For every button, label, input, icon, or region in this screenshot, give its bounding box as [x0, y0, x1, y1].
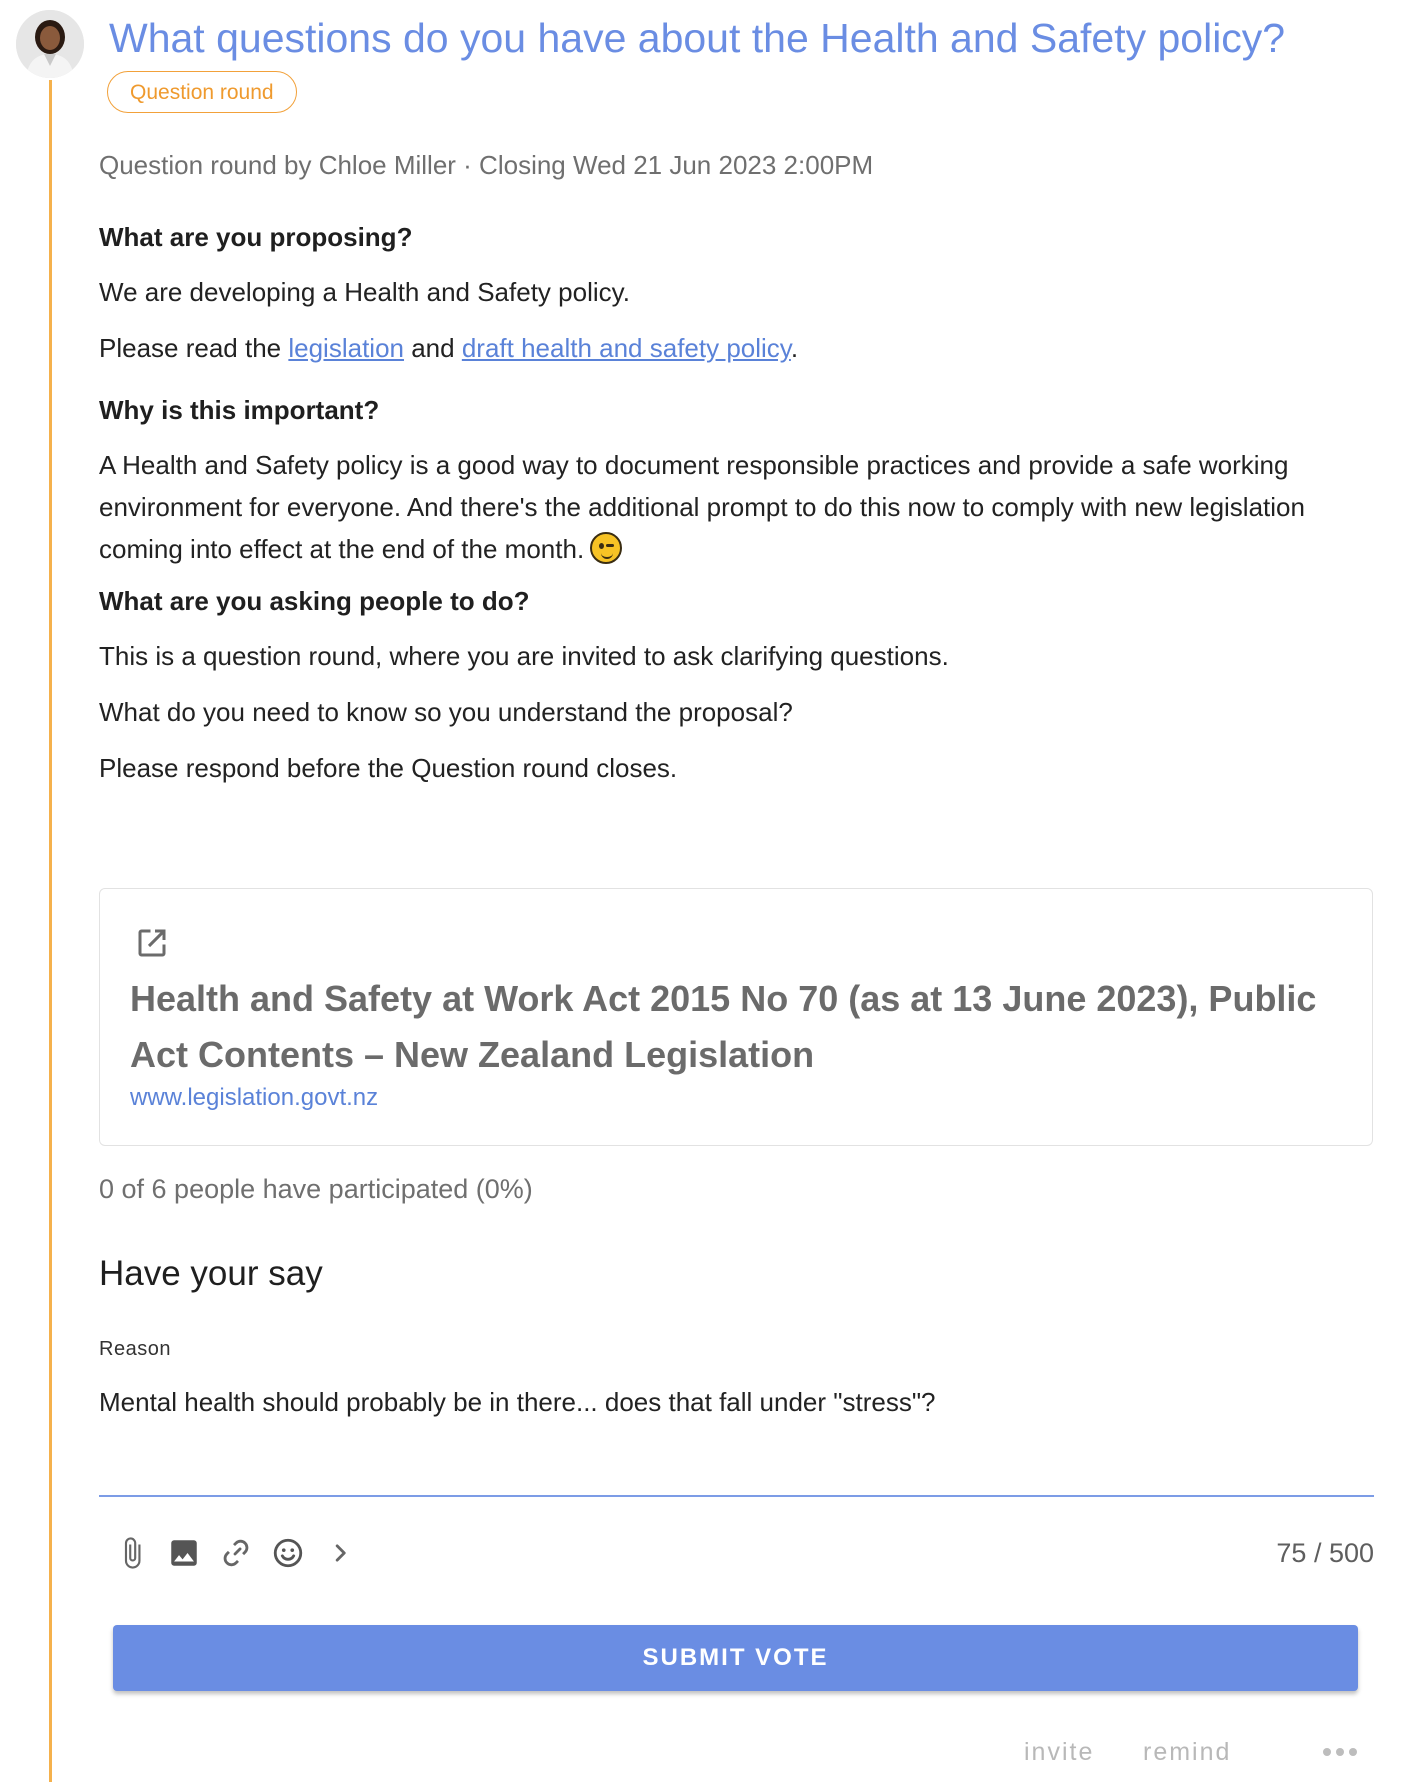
- reason-underline: [99, 1495, 1374, 1497]
- legislation-link[interactable]: legislation: [288, 333, 404, 363]
- heading-important: Why is this important?: [99, 395, 380, 425]
- more-options-icon[interactable]: [1323, 1748, 1359, 1758]
- proposal-meta: Question round by Chloe Miller · Closing…: [99, 150, 874, 180]
- importance-text: A Health and Safety policy is a good way…: [99, 450, 1305, 564]
- have-your-say-heading: Have your say: [99, 1254, 323, 1293]
- winking-face-icon: [590, 532, 623, 564]
- character-counter: 75 / 500: [1276, 1538, 1374, 1568]
- image-icon[interactable]: [167, 1536, 201, 1570]
- chevron-right-icon[interactable]: [323, 1536, 357, 1570]
- author-avatar[interactable]: [16, 10, 84, 78]
- paragraph-importance: A Health and Safety policy is a good way…: [99, 444, 1374, 570]
- please-read-middle: and: [404, 333, 462, 363]
- paragraph-need-to-know: What do you need to know so you understa…: [99, 697, 793, 727]
- proposal-title[interactable]: What questions do you have about the Hea…: [109, 12, 1399, 64]
- emoji-icon[interactable]: [271, 1536, 305, 1570]
- question-round-tag: Question round: [107, 71, 297, 113]
- link-icon[interactable]: [219, 1536, 253, 1570]
- participation-status: 0 of 6 people have participated (0%): [99, 1174, 533, 1204]
- open-in-new-icon: [138, 929, 166, 957]
- paperclip-icon[interactable]: [115, 1536, 149, 1570]
- heading-asking: What are you asking people to do?: [99, 586, 530, 616]
- paragraph-respond-before: Please respond before the Question round…: [99, 753, 678, 783]
- please-read-prefix: Please read the: [99, 333, 289, 363]
- link-preview-card[interactable]: Health and Safety at Work Act 2015 No 70…: [99, 888, 1373, 1146]
- invite-button[interactable]: invite: [1024, 1738, 1094, 1767]
- paragraph-question-round: This is a question round, where you are …: [99, 641, 949, 671]
- submit-vote-button[interactable]: SUBMIT VOTE: [113, 1625, 1358, 1691]
- please-read-suffix: .: [790, 333, 799, 363]
- draft-policy-link[interactable]: draft health and safety policy: [462, 333, 791, 363]
- paragraph-please-read: Please read the legislation and draft he…: [99, 327, 798, 369]
- avatar-portrait: [16, 10, 84, 78]
- timeline-line: [49, 80, 52, 1782]
- reason-textarea[interactable]: Mental health should probably be in ther…: [99, 1387, 936, 1418]
- heading-proposing: What are you proposing?: [99, 222, 413, 252]
- link-preview-title[interactable]: Health and Safety at Work Act 2015 No 70…: [130, 971, 1355, 1083]
- paragraph-developing: We are developing a Health and Safety po…: [99, 277, 630, 307]
- link-preview-url[interactable]: www.legislation.govt.nz: [130, 1084, 378, 1112]
- reason-label: Reason: [99, 1338, 171, 1360]
- remind-button[interactable]: remind: [1143, 1738, 1231, 1767]
